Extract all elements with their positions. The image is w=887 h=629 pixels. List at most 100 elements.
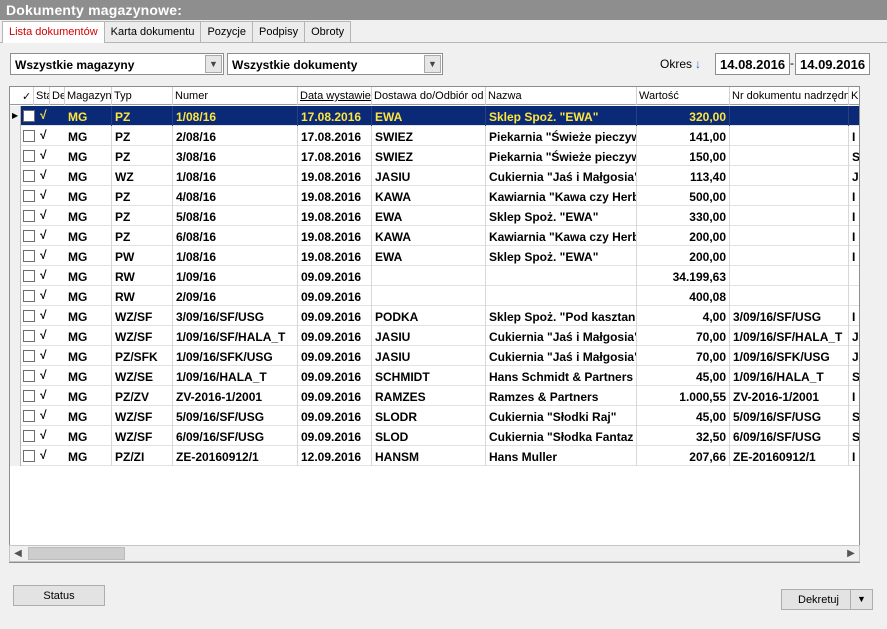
scroll-right-icon[interactable]: ▶	[843, 546, 859, 561]
row-checkbox[interactable]	[23, 250, 35, 262]
chevron-down-icon[interactable]: ▼	[424, 55, 441, 73]
date-to-field[interactable]: 14.09.2016	[795, 53, 870, 75]
row-indicator[interactable]	[10, 406, 21, 426]
row-checkbox[interactable]	[23, 150, 35, 162]
row-checkbox[interactable]	[23, 370, 35, 382]
dekretuj-button[interactable]: Dekretuj ▼	[781, 589, 873, 610]
table-row[interactable]: √ MG WZ 1/08/16 19.08.2016 JASIU Cukiernia "Ja…	[10, 166, 859, 186]
tab-karta-dokumentu[interactable]: Karta dokumentu	[103, 21, 202, 42]
header-k[interactable]: K	[849, 87, 859, 105]
row-indicator[interactable]	[10, 226, 21, 246]
header-nazwa[interactable]: Nazwa	[486, 87, 637, 105]
cell-typ: WZ	[112, 166, 173, 186]
table-row[interactable]: √ MG WZ/SE 1/09/16/HALA_T 09.09.2016 SCHMIDT H…	[10, 366, 859, 386]
table-row[interactable]: √ MG PZ 4/08/16 19.08.2016 KAWA Kawiarnia "Kaw…	[10, 186, 859, 206]
dropdown-arrow-icon[interactable]: ▼	[850, 590, 872, 609]
check-icon[interactable]: ✓	[21, 87, 34, 105]
table-row[interactable]: √ MG PZ 5/08/16 19.08.2016 EWA Sklep Spoż. "EW…	[10, 206, 859, 226]
status-check-icon: √	[40, 168, 47, 182]
table-row[interactable]: √ MG RW 1/09/16 09.09.2016 34.199,63	[10, 266, 859, 286]
table-row[interactable]: √ MG WZ/SF 6/09/16/SF/USG 09.09.2016 SLOD Cuki…	[10, 426, 859, 446]
table-header: ✓ Sta De Magazyn Typ Numer Data wystawie…	[10, 87, 859, 105]
row-indicator[interactable]: ▶	[10, 106, 21, 126]
row-indicator[interactable]	[10, 306, 21, 326]
row-indicator[interactable]	[10, 166, 21, 186]
row-checkbox[interactable]	[23, 390, 35, 402]
row-checkbox[interactable]	[23, 230, 35, 242]
scroll-thumb[interactable]	[28, 547, 125, 560]
table-row[interactable]: √ MG PZ 3/08/16 17.08.2016 SWIEZ Piekarnia "Św…	[10, 146, 859, 166]
row-indicator[interactable]	[10, 266, 21, 286]
row-checkbox[interactable]	[23, 270, 35, 282]
table-row[interactable]: √ MG PZ 2/08/16 17.08.2016 SWIEZ Piekarnia "Św…	[10, 126, 859, 146]
cell-numer: 3/09/16/SF/USG	[173, 306, 298, 326]
row-indicator[interactable]	[10, 146, 21, 166]
header-numer[interactable]: Numer	[173, 87, 298, 105]
tab-obroty[interactable]: Obroty	[304, 21, 352, 42]
row-indicator[interactable]	[10, 426, 21, 446]
status-check-icon: √	[40, 448, 47, 462]
cell-numer: 6/08/16	[173, 226, 298, 246]
cell-data: 19.08.2016	[298, 226, 372, 246]
row-indicator[interactable]	[10, 206, 21, 226]
row-indicator[interactable]	[10, 126, 21, 146]
cell-dostawa: EWA	[372, 106, 486, 126]
table-row[interactable]: √ MG PZ 6/08/16 19.08.2016 KAWA Kawiarnia "Kaw…	[10, 226, 859, 246]
cell-numer: 1/09/16/SF/HALA_T	[173, 326, 298, 346]
table-row[interactable]: √ MG WZ/SF 3/09/16/SF/USG 09.09.2016 PODKA Skl…	[10, 306, 859, 326]
row-checkbox[interactable]	[23, 410, 35, 422]
table-row[interactable]: √ MG PZ/SFK 1/09/16/SFK/USG 09.09.2016 JASIU C…	[10, 346, 859, 366]
header-data-wystawienia[interactable]: Data wystawienia	[298, 87, 372, 105]
sort-arrow-icon[interactable]: ↓	[695, 57, 701, 71]
table-row[interactable]: √ MG RW 2/09/16 09.09.2016 400,08	[10, 286, 859, 306]
row-checkbox[interactable]	[23, 130, 35, 142]
header-status[interactable]: Sta	[34, 87, 50, 105]
chevron-down-icon[interactable]: ▼	[205, 55, 222, 73]
row-checkbox[interactable]	[23, 290, 35, 302]
row-indicator[interactable]	[10, 346, 21, 366]
row-checkbox[interactable]	[23, 430, 35, 442]
scroll-left-icon[interactable]: ◀	[10, 546, 26, 561]
header-nr-nadrzednego[interactable]: Nr dokumentu nadrzędnego	[730, 87, 849, 105]
cell-k: S	[849, 366, 859, 386]
row-checkbox[interactable]	[23, 330, 35, 342]
date-from-field[interactable]: 14.08.2016	[715, 53, 790, 75]
row-indicator[interactable]	[10, 246, 21, 266]
table-row[interactable]: √ MG PZ/ZV ZV-2016-1/2001 09.09.2016 RAMZES Ra…	[10, 386, 859, 406]
row-indicator[interactable]	[10, 386, 21, 406]
tab-lista-dokumentow[interactable]: Lista dokumentów	[2, 21, 105, 43]
row-checkbox[interactable]	[23, 350, 35, 362]
status-button[interactable]: Status	[13, 585, 105, 606]
cell-magazyn: MG	[65, 346, 112, 366]
documents-select[interactable]: Wszystkie dokumenty ▼	[227, 53, 443, 75]
row-indicator[interactable]	[10, 286, 21, 306]
header-magazyn[interactable]: Magazyn	[65, 87, 112, 105]
table-row[interactable]: √ MG WZ/SF 5/09/16/SF/USG 09.09.2016 SLODR Cuk…	[10, 406, 859, 426]
header-dekret[interactable]: De	[50, 87, 65, 105]
table-row[interactable]: ▶ √ MG PZ 1/08/16 17.08.2016 EWA Sklep Spoż. "E…	[10, 106, 859, 126]
row-checkbox[interactable]	[23, 450, 35, 462]
row-checkbox[interactable]	[23, 190, 35, 202]
header-dostawa[interactable]: Dostawa do/Odbiór od	[372, 87, 486, 105]
tab-podpisy[interactable]: Podpisy	[251, 21, 306, 42]
horizontal-scrollbar[interactable]: ◀ ▶	[9, 545, 860, 562]
status-check-icon: √	[40, 228, 47, 242]
table-row[interactable]: √ MG WZ/SF 1/09/16/SF/HALA_T 09.09.2016 JASIU…	[10, 326, 859, 346]
header-typ[interactable]: Typ	[112, 87, 173, 105]
header-wartosc[interactable]: Wartość	[637, 87, 730, 105]
warehouse-select[interactable]: Wszystkie magazyny ▼	[10, 53, 224, 75]
row-indicator[interactable]	[10, 366, 21, 386]
row-checkbox[interactable]	[23, 110, 35, 122]
cell-dostawa: KAWA	[372, 186, 486, 206]
tab-pozycje[interactable]: Pozycje	[200, 21, 253, 42]
row-checkbox[interactable]	[23, 210, 35, 222]
row-indicator[interactable]	[10, 326, 21, 346]
table-row[interactable]: √ MG PZ/ZI ZE-20160912/1 12.09.2016 HANSM Hans…	[10, 446, 859, 466]
row-indicator[interactable]	[10, 186, 21, 206]
row-checkbox[interactable]	[23, 170, 35, 182]
row-checkbox[interactable]	[23, 310, 35, 322]
documents-select-value: Wszystkie dokumenty	[232, 58, 358, 72]
row-indicator[interactable]	[10, 446, 21, 466]
table-row[interactable]: √ MG PW 1/08/16 19.08.2016 EWA Sklep Spoż. "EW…	[10, 246, 859, 266]
cell-typ: WZ/SF	[112, 326, 173, 346]
